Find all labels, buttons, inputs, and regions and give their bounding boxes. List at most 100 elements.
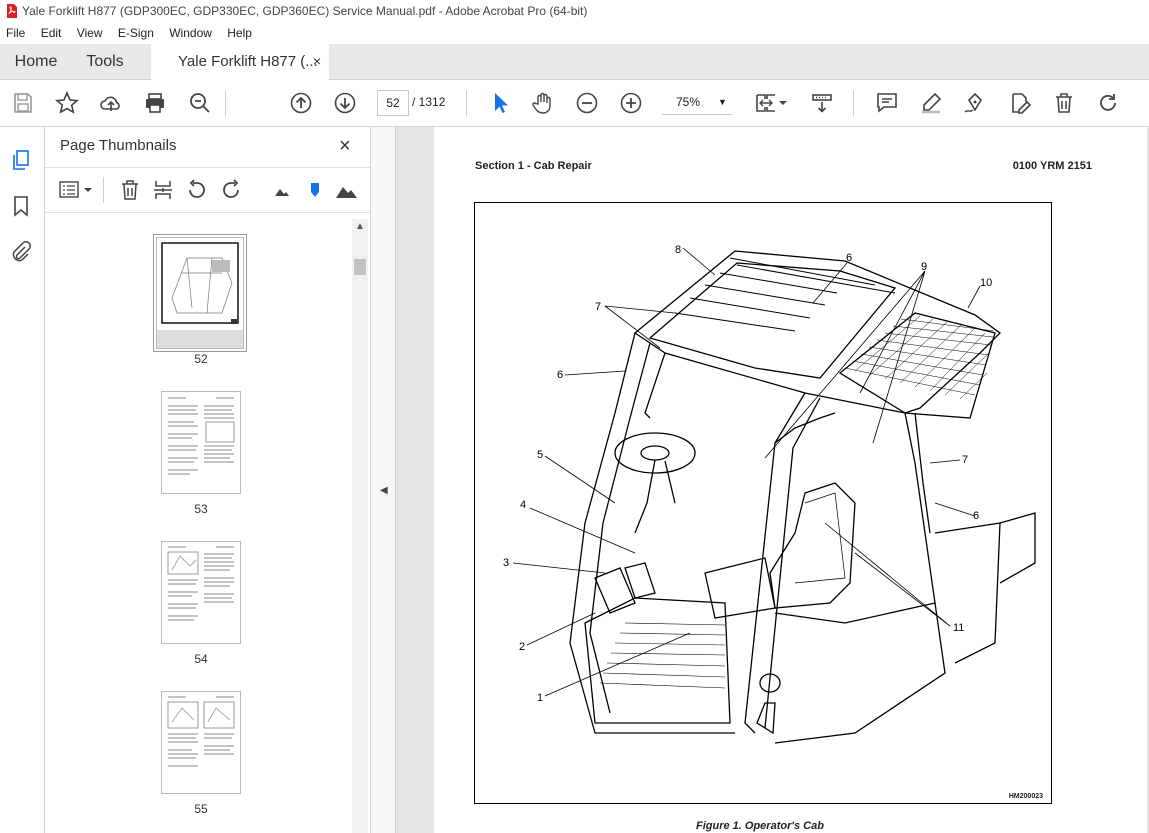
delete-page-icon[interactable] xyxy=(119,179,141,201)
callout-label: 7 xyxy=(595,301,601,313)
thumbnail-preview xyxy=(167,696,235,767)
thumbnail-toolbar xyxy=(45,167,370,213)
thumbnail-scrollbar[interactable]: ▲ xyxy=(352,219,368,833)
select-cursor-icon[interactable] xyxy=(488,91,512,115)
attachment-paperclip-icon[interactable] xyxy=(10,241,32,263)
page-thumbnail-54[interactable] xyxy=(161,541,241,644)
menu-bar: File Edit View E-Sign Window Help xyxy=(0,22,1149,44)
callout-label: 6 xyxy=(557,369,563,381)
collapse-panel-arrow-icon[interactable]: ◀ xyxy=(380,485,388,496)
operators-cab-illustration: 8 6 9 10 7 6 7 5 4 3 2 1 6 11 xyxy=(503,244,1036,744)
menu-window[interactable]: Window xyxy=(163,22,218,44)
thumbnail-page-label: 52 xyxy=(194,352,208,366)
toolbar-separator xyxy=(853,90,854,116)
menu-edit[interactable]: Edit xyxy=(35,22,68,44)
scroll-up-arrow-icon[interactable]: ▲ xyxy=(355,221,365,232)
scrollbar-thumb[interactable] xyxy=(354,259,366,275)
callout-label: 8 xyxy=(675,244,681,256)
callout-label: 5 xyxy=(537,449,543,461)
callout-label: 4 xyxy=(520,499,526,511)
hand-tool-icon[interactable] xyxy=(531,91,555,115)
thumbnail-page-label: 55 xyxy=(194,802,208,816)
scroll-mode-icon[interactable] xyxy=(810,91,834,115)
cloud-upload-icon[interactable] xyxy=(99,91,123,115)
bookmark-icon[interactable] xyxy=(10,195,32,217)
tab-document-label: Yale Forklift H877 (... xyxy=(178,53,318,70)
callout-label: 9 xyxy=(921,261,927,273)
edit-pdf-icon[interactable] xyxy=(1008,91,1032,115)
thumbnail-page-label: 54 xyxy=(194,652,208,666)
page-thumbnail-55[interactable] xyxy=(161,691,241,794)
callout-label: 1 xyxy=(537,692,543,704)
main-toolbar: 52 / 1312 75% ▼ xyxy=(0,80,1149,127)
page-header-code: 0100 YRM 2151 xyxy=(1012,160,1092,172)
panel-title: Page Thumbnails xyxy=(60,137,177,154)
callout-label: 6 xyxy=(973,510,979,522)
previous-page-icon[interactable] xyxy=(289,91,313,115)
zoom-search-icon[interactable] xyxy=(188,91,212,115)
insert-page-icon[interactable] xyxy=(152,179,174,201)
tab-document[interactable]: Yale Forklift H877 (... × xyxy=(151,44,329,80)
thumbnail-preview xyxy=(157,238,243,348)
comment-icon[interactable] xyxy=(875,91,899,115)
pdf-page: Section 1 - Cab Repair 0100 YRM 2151 8 6… xyxy=(434,127,1147,833)
tab-bar: Home Tools Yale Forklift H877 (... × xyxy=(0,44,1149,80)
thumbnail-size-slider-handle[interactable] xyxy=(304,179,326,201)
print-icon[interactable] xyxy=(143,91,167,115)
fill-sign-icon[interactable] xyxy=(963,91,987,115)
menu-esign[interactable]: E-Sign xyxy=(112,22,160,44)
tab-home[interactable]: Home xyxy=(0,44,72,79)
highlight-pen-icon[interactable] xyxy=(919,91,943,115)
callout-label: 10 xyxy=(980,277,992,289)
callout-label: 3 xyxy=(503,557,509,569)
thumbnail-size-large-icon[interactable] xyxy=(335,179,357,201)
thumbnail-page-label: 53 xyxy=(194,502,208,516)
figure-frame: 8 6 9 10 7 6 7 5 4 3 2 1 6 11 HM200023 xyxy=(474,202,1052,804)
rotate-counterclockwise-icon[interactable] xyxy=(186,179,208,201)
window-title: Yale Forklift H877 (GDP300EC, GDP330EC, … xyxy=(22,4,588,18)
fit-page-icon[interactable] xyxy=(754,91,778,115)
next-page-icon[interactable] xyxy=(333,91,357,115)
tab-tools[interactable]: Tools xyxy=(72,44,138,79)
page-thumbnails-panel: Page Thumbnails × 52 53 54 55 ▲ xyxy=(45,127,371,833)
toolbar-separator xyxy=(225,90,226,116)
acrobat-pdf-icon xyxy=(7,4,17,18)
callout-label: 6 xyxy=(846,252,852,264)
page-thumbnails-icon[interactable] xyxy=(10,149,32,171)
left-navigation-rail xyxy=(0,127,45,833)
callout-label: 7 xyxy=(962,454,968,466)
page-header-section: Section 1 - Cab Repair xyxy=(475,160,592,172)
thumbnail-size-small-icon[interactable] xyxy=(270,179,292,201)
menu-file[interactable]: File xyxy=(0,22,31,44)
zoom-out-icon[interactable] xyxy=(575,91,599,115)
tab-close-button[interactable]: × xyxy=(313,44,321,79)
thumbnail-preview xyxy=(167,546,234,621)
page-thumbnail-52[interactable] xyxy=(153,234,247,352)
rotate-clockwise-icon[interactable] xyxy=(220,179,242,201)
panel-splitter[interactable]: ◀ xyxy=(371,127,396,833)
zoom-in-icon[interactable] xyxy=(619,91,643,115)
figure-caption: Figure 1. Operator's Cab xyxy=(696,820,824,832)
page-total: / 1312 xyxy=(412,95,446,109)
zoom-level-dropdown[interactable]: 75% ▼ xyxy=(662,90,732,115)
panel-close-button[interactable]: × xyxy=(339,135,351,158)
chevron-down-icon: ▼ xyxy=(718,97,727,107)
menu-help[interactable]: Help xyxy=(221,22,258,44)
save-icon[interactable] xyxy=(11,91,35,115)
page-number-input[interactable]: 52 xyxy=(377,90,409,116)
callout-label: 2 xyxy=(519,641,525,653)
redo-rotate-icon[interactable] xyxy=(1096,91,1120,115)
thumbnail-preview xyxy=(168,397,235,475)
page-thumbnail-53[interactable] xyxy=(161,391,241,494)
callout-label: 11 xyxy=(953,622,964,634)
menu-view[interactable]: View xyxy=(71,22,109,44)
chevron-down-icon[interactable] xyxy=(778,91,788,115)
thumbnail-options-icon[interactable] xyxy=(59,179,95,201)
delete-trash-icon[interactable] xyxy=(1052,91,1076,115)
document-viewport[interactable]: Section 1 - Cab Repair 0100 YRM 2151 8 6… xyxy=(396,127,1149,833)
figure-code: HM200023 xyxy=(1008,793,1043,800)
zoom-level-value: 75% xyxy=(676,95,701,109)
title-bar: Yale Forklift H877 (GDP300EC, GDP330EC, … xyxy=(0,0,1149,22)
bookmark-star-icon[interactable] xyxy=(54,90,79,115)
toolbar-separator xyxy=(103,177,104,203)
